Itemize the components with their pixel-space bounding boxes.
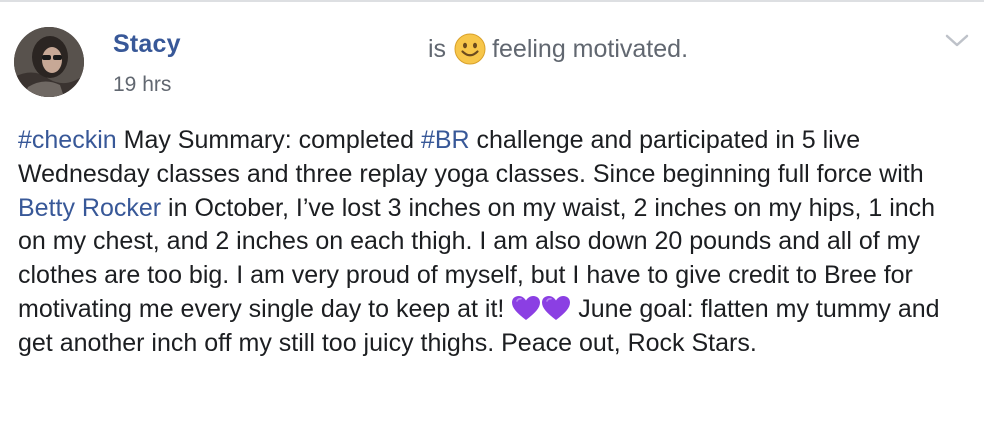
avatar[interactable] bbox=[14, 27, 84, 97]
hashtag-checkin-link[interactable]: #checkin bbox=[18, 126, 117, 154]
slightly-smiling-face-icon bbox=[454, 33, 486, 65]
hashtag-br-link[interactable]: #BR bbox=[421, 126, 470, 154]
post-timestamp-link[interactable]: 19 hrs bbox=[113, 73, 171, 97]
chevron-down-icon[interactable] bbox=[944, 30, 970, 50]
betty-rocker-mention-link[interactable]: Betty Rocker bbox=[18, 194, 161, 222]
post-text: #checkin May Summary: completed #BR chal… bbox=[18, 124, 968, 361]
top-divider bbox=[0, 0, 984, 2]
author-name-link[interactable]: Stacy bbox=[113, 30, 181, 59]
purple-heart-icon bbox=[511, 295, 541, 322]
purple-heart-icon bbox=[541, 295, 571, 322]
feeling-activity: is feeling motivated. bbox=[428, 33, 688, 65]
feeling-text: feeling motivated. bbox=[492, 34, 689, 63]
feeling-prefix: is bbox=[428, 34, 447, 63]
post-text-segment: May Summary: completed bbox=[116, 126, 421, 154]
